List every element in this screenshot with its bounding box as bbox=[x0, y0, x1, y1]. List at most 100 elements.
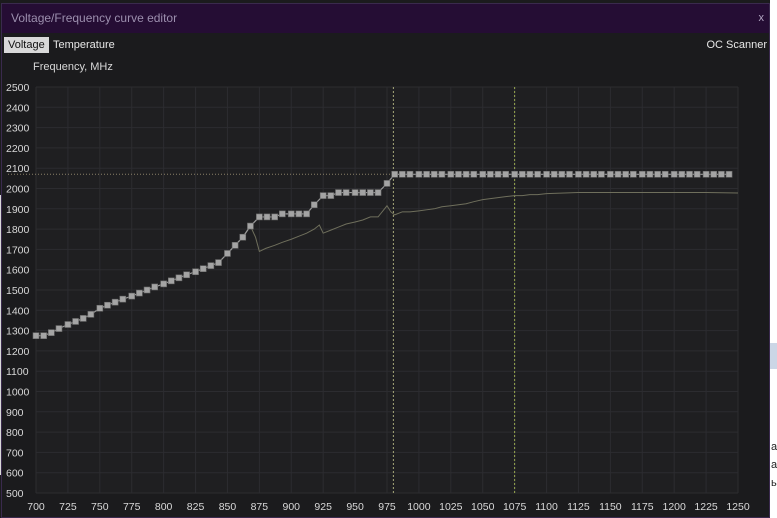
vf-curve-point[interactable] bbox=[32, 332, 40, 339]
vf-curve-point[interactable] bbox=[342, 189, 350, 196]
x-tick-label: 950 bbox=[346, 501, 364, 513]
vf-curve-point[interactable] bbox=[247, 222, 254, 230]
vf-curve-point[interactable] bbox=[374, 189, 382, 196]
vf-curve-point[interactable] bbox=[678, 170, 686, 178]
vf-curve-point[interactable] bbox=[287, 210, 295, 218]
vf-curve-point[interactable] bbox=[128, 292, 136, 300]
vf-curve-point[interactable] bbox=[279, 210, 286, 218]
vf-curve-point[interactable] bbox=[224, 250, 231, 257]
vf-curve-point[interactable] bbox=[359, 189, 367, 196]
vf-curve-point[interactable] bbox=[256, 213, 263, 221]
vf-curve-point[interactable] bbox=[231, 242, 239, 249]
vf-curve-point[interactable] bbox=[725, 170, 733, 178]
vf-curve-point[interactable] bbox=[511, 170, 518, 178]
vf-curve-point[interactable] bbox=[543, 170, 550, 178]
x-tick-label: 825 bbox=[187, 501, 205, 513]
vf-curve-point[interactable] bbox=[575, 170, 582, 178]
vf-curve-point[interactable] bbox=[391, 170, 398, 178]
vf-curve-point[interactable] bbox=[487, 170, 494, 178]
vf-curve-point[interactable] bbox=[718, 170, 725, 178]
x-tick-label: 900 bbox=[283, 501, 301, 513]
vf-curve-point[interactable] bbox=[48, 329, 55, 336]
y-tick-label: 1500 bbox=[6, 285, 30, 297]
vf-curve-point[interactable] bbox=[367, 189, 374, 196]
vf-curve-point[interactable] bbox=[303, 210, 310, 218]
vf-curve-point[interactable] bbox=[271, 213, 278, 221]
vf-curve-point[interactable] bbox=[415, 170, 423, 178]
vf-curve-point[interactable] bbox=[479, 170, 487, 178]
vf-curve-point[interactable] bbox=[654, 170, 661, 178]
vf-curve-point[interactable] bbox=[310, 201, 318, 209]
vf-curve-point[interactable] bbox=[438, 170, 446, 178]
x-tick-label: 925 bbox=[314, 501, 332, 513]
vf-curve-point[interactable] bbox=[104, 301, 111, 309]
vf-curve-point[interactable] bbox=[686, 170, 693, 178]
vf-curve-point[interactable] bbox=[151, 283, 159, 291]
vf-curve-point[interactable] bbox=[239, 233, 247, 241]
vf-curve-point[interactable] bbox=[526, 170, 534, 178]
vf-curve-point[interactable] bbox=[295, 210, 303, 218]
vf-curve-point[interactable] bbox=[87, 311, 95, 318]
vf-curve-point[interactable] bbox=[670, 170, 678, 178]
vf-curve-point[interactable] bbox=[710, 170, 718, 178]
vf-curve-point[interactable] bbox=[534, 170, 541, 178]
vf-curve-point[interactable] bbox=[447, 170, 455, 178]
vf-curve-point[interactable] bbox=[646, 170, 654, 178]
vf-curve-point[interactable] bbox=[582, 170, 590, 178]
vf-curve-point[interactable] bbox=[607, 170, 614, 178]
vf-curve-point[interactable] bbox=[383, 180, 391, 187]
vf-curve-point[interactable] bbox=[136, 289, 143, 297]
vf-curve-point[interactable] bbox=[167, 277, 175, 285]
vf-curve-point[interactable] bbox=[406, 170, 414, 178]
vf-curve-point[interactable] bbox=[72, 318, 79, 325]
y-tick-label: 2300 bbox=[6, 123, 30, 135]
vf-curve-point[interactable] bbox=[558, 170, 566, 178]
vf-curve-point[interactable] bbox=[550, 170, 558, 178]
vf-curve-point[interactable] bbox=[79, 315, 87, 322]
vf-curve-point[interactable] bbox=[423, 170, 430, 178]
vf-curve-point[interactable] bbox=[55, 325, 63, 332]
vf-curve-point[interactable] bbox=[462, 170, 470, 178]
vf-curve-point[interactable] bbox=[430, 170, 438, 178]
vf-curve-point[interactable] bbox=[119, 295, 127, 303]
y-tick-label: 900 bbox=[6, 407, 24, 419]
vf-curve-point[interactable] bbox=[207, 262, 215, 269]
vf-curve-point[interactable] bbox=[455, 170, 462, 178]
vf-curve-point[interactable] bbox=[160, 280, 167, 288]
vf-curve-point[interactable] bbox=[351, 189, 359, 196]
vf-curve-point[interactable] bbox=[143, 286, 151, 294]
vf-curve-point[interactable] bbox=[470, 170, 478, 178]
vf-curve-point[interactable] bbox=[502, 170, 510, 178]
vf-curve-point[interactable] bbox=[199, 265, 207, 272]
vf-curve-point[interactable] bbox=[566, 170, 573, 178]
vf-curve-point[interactable] bbox=[175, 274, 183, 282]
vf-curve-point[interactable] bbox=[399, 170, 406, 178]
vf-curve-point[interactable] bbox=[40, 332, 47, 339]
vf-curve-point[interactable] bbox=[96, 304, 104, 312]
vf-curve-point[interactable] bbox=[622, 170, 629, 178]
vf-curve-point[interactable] bbox=[598, 170, 605, 178]
x-tick-label: 1250 bbox=[726, 501, 750, 513]
vf-curve-point[interactable] bbox=[494, 170, 502, 178]
vf-curve-point[interactable] bbox=[64, 321, 72, 328]
vf-curve-point[interactable] bbox=[183, 271, 190, 279]
vf-curve-point[interactable] bbox=[702, 170, 710, 178]
y-tick-label: 500 bbox=[6, 488, 24, 500]
vf-curve-point[interactable] bbox=[111, 298, 119, 306]
vf-curve-point[interactable] bbox=[693, 170, 701, 178]
vf-curve-point[interactable] bbox=[327, 192, 335, 199]
vf-curve-point[interactable] bbox=[518, 170, 526, 178]
vf-curve-point[interactable] bbox=[614, 170, 622, 178]
vf-curve-chart[interactable]: 500 600 700 800 900 1000 1100 1200 1300 1400 1500 1… bbox=[0, 0, 777, 518]
vf-curve-point[interactable] bbox=[319, 192, 327, 199]
vf-curve-point[interactable] bbox=[638, 170, 646, 178]
vf-curve-point[interactable] bbox=[661, 170, 669, 178]
vf-curve-point[interactable] bbox=[215, 259, 222, 266]
x-tick-label: 800 bbox=[155, 501, 173, 513]
vf-curve-point[interactable] bbox=[192, 268, 199, 276]
vf-curve-point[interactable] bbox=[630, 170, 637, 178]
y-tick-label: 2000 bbox=[6, 184, 30, 196]
vf-curve-point[interactable] bbox=[590, 170, 598, 178]
vf-curve-point[interactable] bbox=[263, 213, 271, 221]
vf-curve-point[interactable] bbox=[335, 189, 342, 196]
